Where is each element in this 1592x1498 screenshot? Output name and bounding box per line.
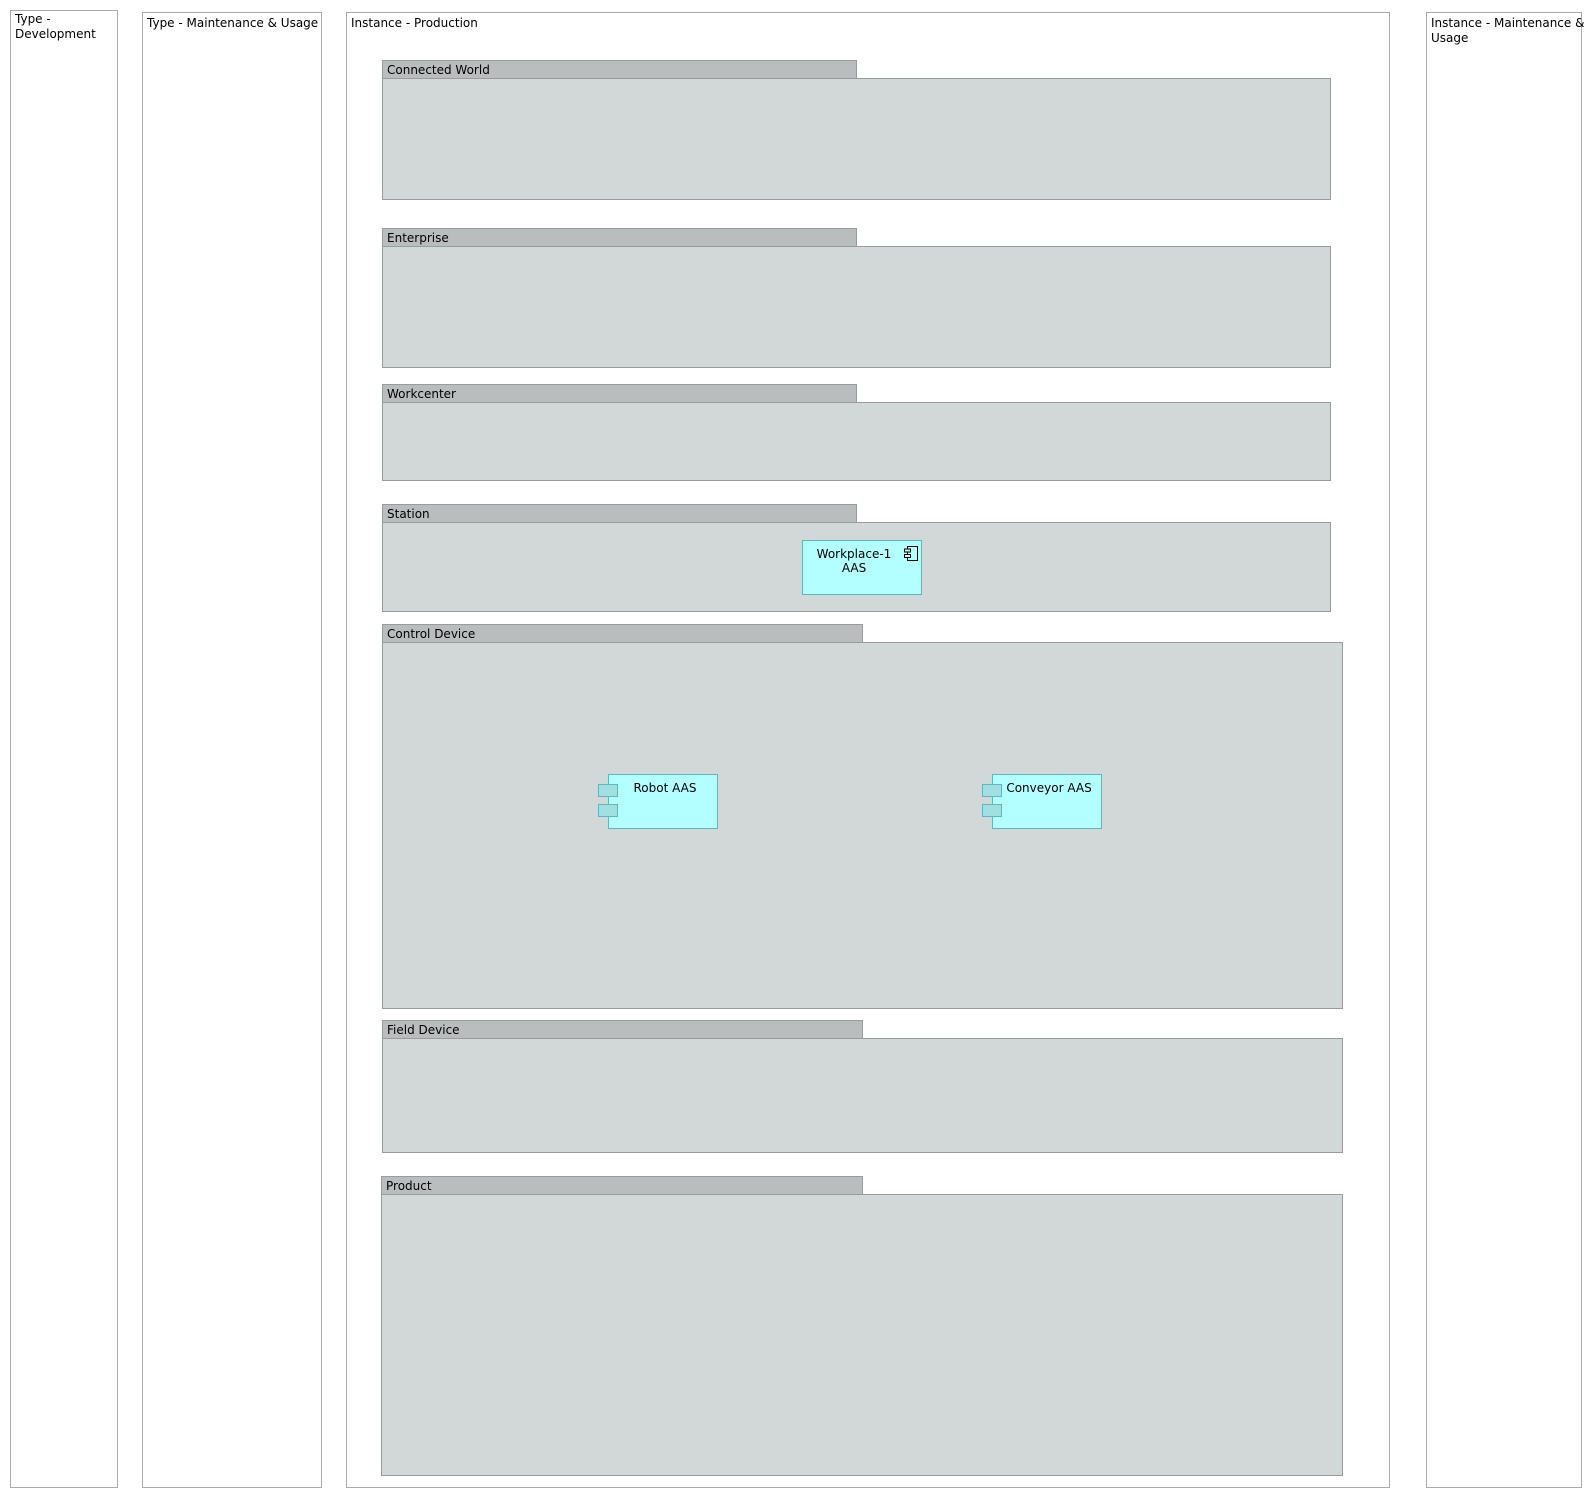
column-type-development[interactable]: Type - Development xyxy=(10,10,118,1488)
column-title: Type - Maintenance & Usage xyxy=(147,16,319,30)
robot-port-bottom[interactable] xyxy=(598,804,618,817)
group-label: Connected World xyxy=(387,63,490,77)
component-label: Robot AAS xyxy=(633,781,697,795)
conveyor-port-bottom[interactable] xyxy=(982,804,1002,817)
group-tab-field-device[interactable]: Field Device xyxy=(382,1020,863,1039)
group-enterprise[interactable] xyxy=(382,246,1331,368)
group-field-device[interactable] xyxy=(382,1038,1343,1153)
group-tab-product[interactable]: Product xyxy=(381,1176,863,1195)
group-tab-station[interactable]: Station xyxy=(382,504,857,523)
conveyor-port-top[interactable] xyxy=(982,784,1002,797)
group-label: Enterprise xyxy=(387,231,449,245)
workplace-aas-component[interactable]: Workplace-1 AAS xyxy=(802,540,922,595)
robot-port-top[interactable] xyxy=(598,784,618,797)
group-workcenter[interactable] xyxy=(382,402,1331,481)
robot-aas-component[interactable]: Robot AAS xyxy=(608,774,718,829)
column-title: Instance - Maintenance & Usage xyxy=(1431,16,1585,45)
column-title: Type - Development xyxy=(15,12,96,41)
group-tab-workcenter[interactable]: Workcenter xyxy=(382,384,857,403)
component-label: Workplace-1 AAS xyxy=(816,547,892,575)
group-tab-enterprise[interactable]: Enterprise xyxy=(382,228,857,247)
component-label: Conveyor AAS xyxy=(1006,781,1092,795)
group-label: Control Device xyxy=(387,627,476,641)
group-label: Station xyxy=(387,507,430,521)
column-instance-maintenance-usage[interactable]: Instance - Maintenance & Usage xyxy=(1426,12,1585,1488)
group-tab-control-device[interactable]: Control Device xyxy=(382,624,863,643)
column-title: Instance - Production xyxy=(351,16,478,30)
component-icon xyxy=(904,546,918,561)
group-control-device[interactable] xyxy=(382,642,1343,1009)
group-connected-world[interactable] xyxy=(382,78,1331,200)
group-product[interactable] xyxy=(381,1194,1343,1476)
group-label: Product xyxy=(386,1179,432,1193)
group-label: Workcenter xyxy=(387,387,456,401)
column-type-maintenance-usage[interactable]: Type - Maintenance & Usage xyxy=(142,12,322,1488)
group-tab-connected-world[interactable]: Connected World xyxy=(382,60,857,79)
conveyor-aas-component[interactable]: Conveyor AAS xyxy=(992,774,1102,829)
group-label: Field Device xyxy=(387,1023,460,1037)
